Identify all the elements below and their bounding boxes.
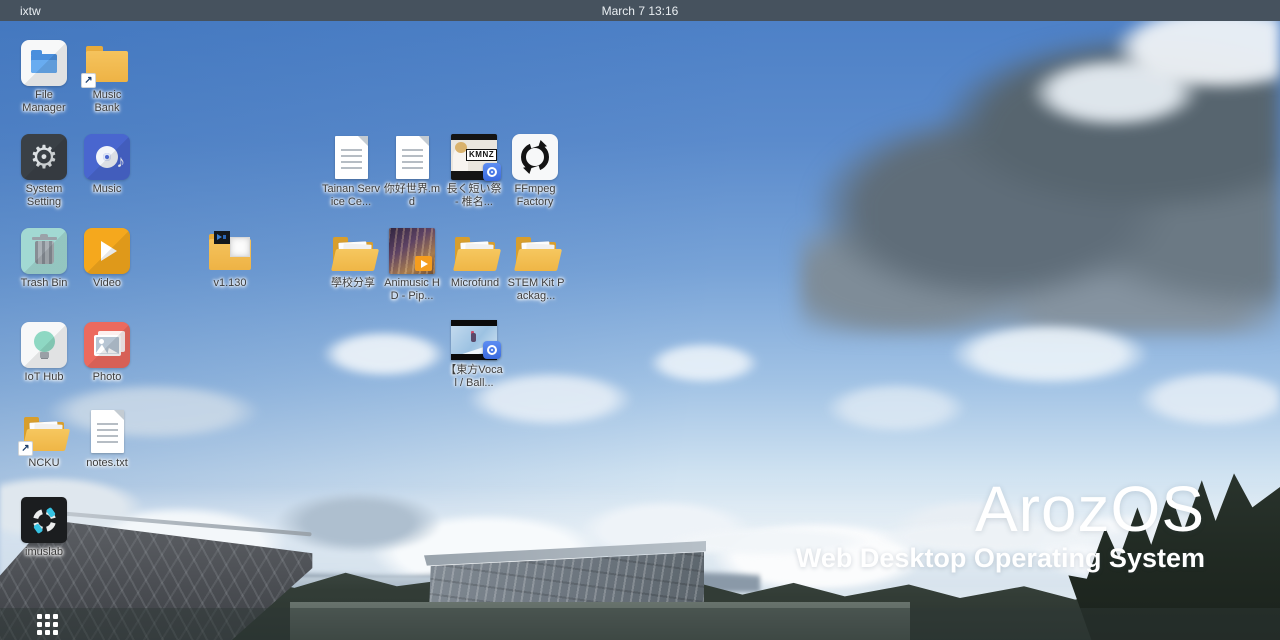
icon-label: STEM Kit P ackag... bbox=[508, 277, 565, 302]
icon-label: Music Bank bbox=[93, 89, 122, 114]
icon-label: 你好世界.m d bbox=[384, 183, 440, 208]
wallpaper-white-cloud bbox=[980, 10, 1280, 160]
wallpaper-water bbox=[60, 577, 600, 590]
lightbulb-icon bbox=[21, 322, 67, 368]
icon-label: FFmpeg Factory bbox=[515, 183, 556, 208]
icon-label: 學校分享 bbox=[331, 277, 375, 290]
open-folder-icon bbox=[452, 236, 498, 272]
preview-page-icon bbox=[230, 237, 250, 257]
desktop-icon-photo[interactable]: Photo bbox=[70, 322, 144, 384]
imuslab-logo-icon bbox=[21, 497, 67, 543]
wallpaper-stadium-left-roof bbox=[40, 510, 311, 537]
circular-arrows-icon bbox=[512, 134, 558, 180]
preview-thumbnail-icon bbox=[214, 231, 230, 244]
document-icon bbox=[396, 136, 429, 179]
desktop-icon-video[interactable]: Video bbox=[70, 228, 144, 290]
icon-label: Trash Bin bbox=[21, 277, 68, 290]
icon-label: IoT Hub bbox=[25, 371, 64, 384]
icon-label: Photo bbox=[93, 371, 122, 384]
media-badge-icon bbox=[483, 341, 501, 359]
desktop-icon-music-bank[interactable]: Music Bank bbox=[70, 40, 144, 114]
thumbnail-text: KMNZ bbox=[466, 149, 497, 161]
desktop-icon-imuslab[interactable]: imuslab bbox=[7, 497, 81, 559]
icon-label: Microfund bbox=[451, 277, 499, 290]
gear-icon bbox=[21, 134, 67, 180]
clock-label: March 7 13:16 bbox=[0, 4, 1280, 18]
document-icon bbox=[91, 410, 124, 453]
icon-label: imuslab bbox=[25, 546, 63, 559]
desktop-icon-touhou-vocal[interactable]: 【東方Voca l / Ball... bbox=[437, 315, 511, 389]
photo-stack-icon bbox=[84, 322, 130, 368]
desktop-icon-v1-130[interactable]: v1.130 bbox=[193, 228, 267, 290]
wallpaper-mid-clouds bbox=[0, 300, 1280, 480]
desktop-icon-stem-kit[interactable]: STEM Kit P ackag... bbox=[499, 228, 573, 302]
icon-label: Animusic H D - Pip... bbox=[384, 277, 440, 302]
icon-label: notes.txt bbox=[86, 457, 128, 470]
document-icon bbox=[335, 136, 368, 179]
shortcut-arrow-icon bbox=[81, 73, 96, 88]
wallpaper-hills bbox=[0, 550, 760, 592]
icon-label: System Setting bbox=[26, 183, 63, 208]
desktop-screen: ArozOS Web Desktop Operating System ixtw… bbox=[0, 0, 1280, 640]
apps-menu-button[interactable] bbox=[36, 613, 58, 635]
desktop-icon-notes-txt[interactable]: notes.txt bbox=[70, 408, 144, 470]
desktop-icon-ffmpeg-factory[interactable]: FFmpeg Factory bbox=[498, 134, 572, 208]
branding-subtitle: Web Desktop Operating System bbox=[796, 545, 1205, 572]
shortcut-arrow-icon bbox=[18, 441, 33, 456]
wallpaper-dark-cloud bbox=[800, 34, 1280, 334]
desktop-icon-music[interactable]: Music bbox=[70, 134, 144, 196]
open-folder-icon bbox=[330, 236, 376, 272]
menubar: ixtw March 7 13:16 bbox=[0, 0, 1280, 21]
play-icon bbox=[84, 228, 130, 274]
file-manager-icon bbox=[21, 40, 67, 86]
icon-label: 長く短い祭 - 椎名... bbox=[447, 183, 502, 208]
play-badge-icon bbox=[415, 256, 432, 271]
music-disc-icon bbox=[84, 134, 130, 180]
apps-grid-icon bbox=[37, 614, 42, 619]
branding-title: ArozOS bbox=[796, 477, 1205, 541]
icon-label: v1.130 bbox=[213, 277, 246, 290]
wallpaper-city-towers bbox=[588, 556, 678, 586]
icon-label: Music bbox=[93, 183, 122, 196]
trash-icon bbox=[21, 228, 67, 274]
icon-label: File Manager bbox=[22, 89, 65, 114]
icon-label: NCKU bbox=[28, 457, 59, 470]
open-folder-icon bbox=[513, 236, 559, 272]
wallpaper-stadium-right-roof bbox=[424, 538, 706, 568]
icon-label: 【東方Voca l / Ball... bbox=[445, 364, 502, 389]
taskbar bbox=[0, 608, 1280, 640]
icon-label: Tainan Serv ice Ce... bbox=[322, 183, 380, 208]
icon-label: Video bbox=[93, 277, 121, 290]
branding: ArozOS Web Desktop Operating System bbox=[796, 477, 1205, 572]
